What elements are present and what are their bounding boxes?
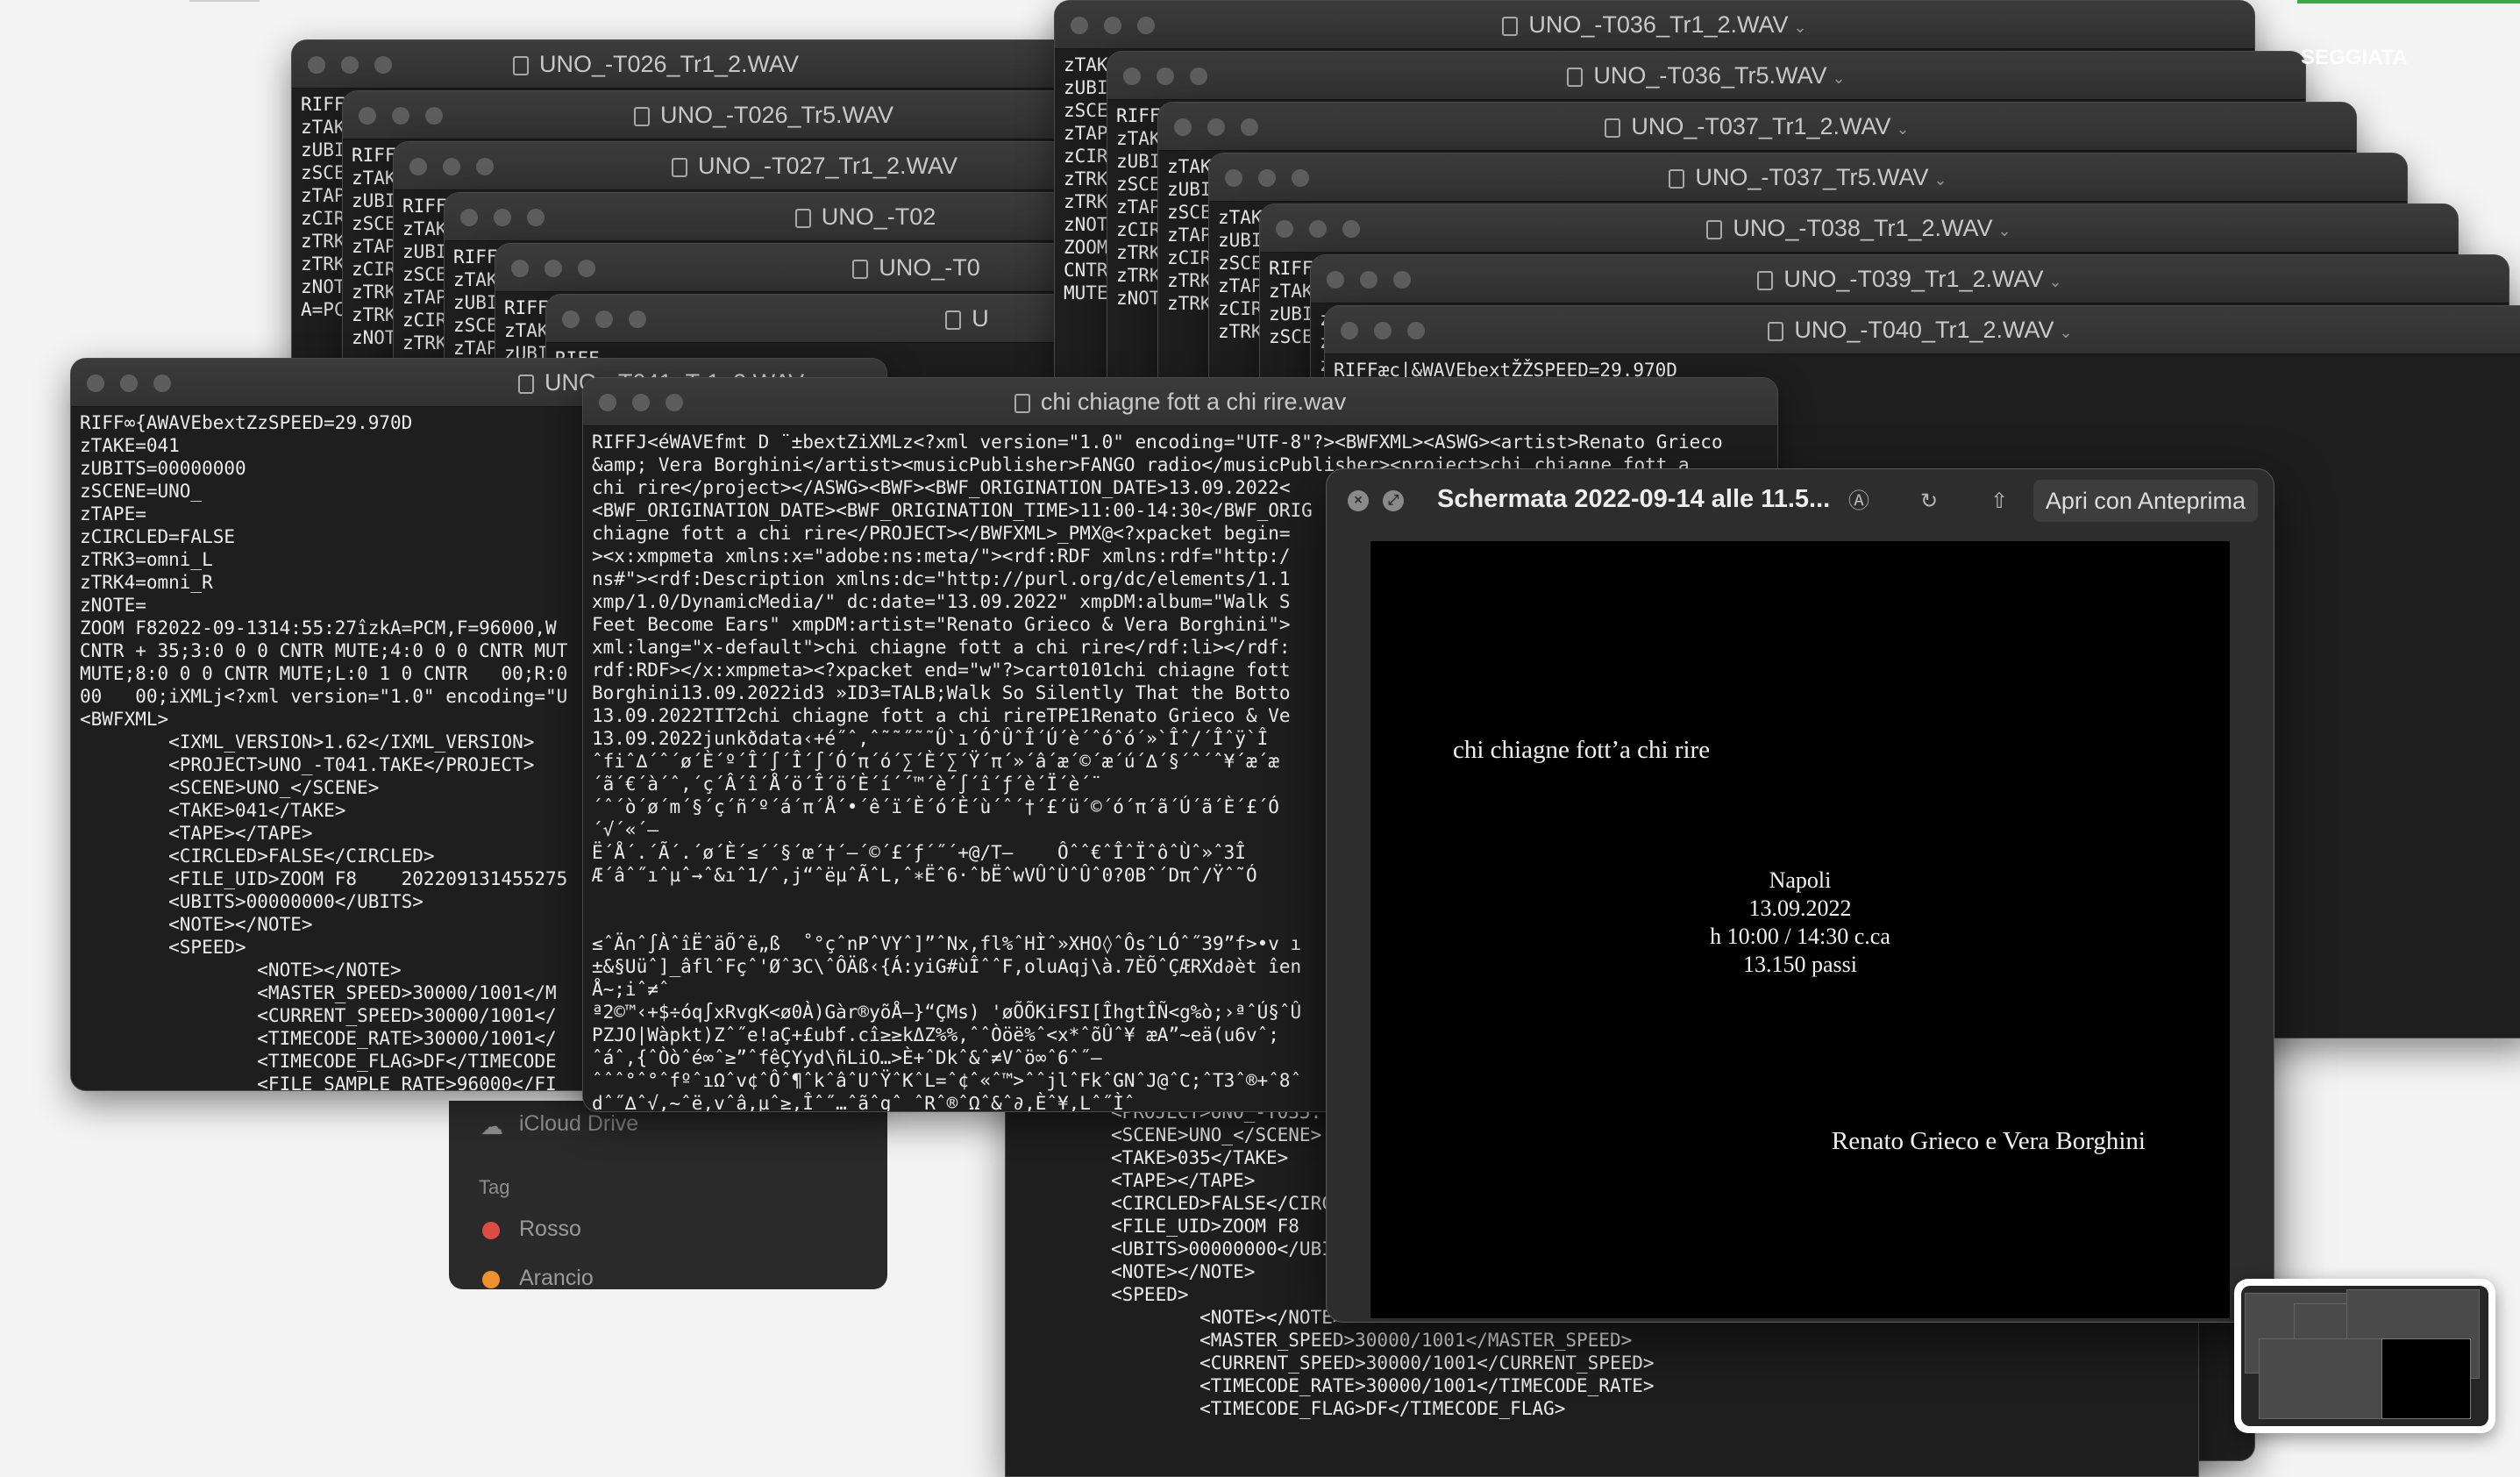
window-title: UNO_-T0 [879,254,980,281]
document-icon [633,107,650,126]
window-title: UNO_-T037_Tr1_2.WAV [1631,113,1891,139]
titlebar[interactable]: UNO_-T040_Tr1_2.WAV ⌄ [1325,306,2520,354]
titlebar[interactable]: UNO_-T036_Tr5.WAV ⌄ [1107,52,2305,100]
window-title: UNO_-T02 [821,203,936,230]
document-icon [1669,169,1685,189]
window-title: UNO_-T026_Tr1_2.WAV [538,51,800,77]
markup-icon[interactable]: Ⓐ [1846,489,1872,515]
titlebar[interactable]: UNO_-T039_Tr1_2.WAV ⌄ [1311,255,2509,303]
image-date: 13.09.2022 [1748,895,1852,921]
titlebar[interactable]: UNO_-T037_Tr1_2.WAV ⌄ [1158,103,2356,151]
top-left-fragment [189,0,260,2]
top-accent-bar [2297,0,2520,4]
window-title: UNO_-T037_Tr5.WAV [1695,164,1929,190]
document-icon [1768,322,1784,341]
window-title: chi chiagne fott a chi rire.wav [1040,389,1347,415]
quicklook-window[interactable]: × ⤢ Schermata 2022-09-14 alle 11.5... Ⓐ … [1326,468,2274,1323]
image-time: h 10:00 / 14:30 c.ca [1710,924,1890,949]
tag-header: Tag [479,1176,510,1198]
titlebar[interactable]: UNO_-T038_Tr1_2.WAV ⌄ [1260,204,2458,253]
fullscreen-icon[interactable]: ⤢ [1383,490,1404,511]
window-title: UNO_-T038_Tr1_2.WAV [1733,215,1993,241]
background-label: SEGGIATA [2301,46,2408,69]
sidebar-item-tag-arancio[interactable]: Arancio [519,1266,594,1291]
document-icon [1014,394,1030,413]
window-title: UNO_-T036_Tr1_2.WAV [1528,11,1789,38]
document-icon [852,260,869,279]
chevron-down-icon[interactable]: ⌄ [1933,171,1947,189]
share-icon[interactable]: ⇧ [1986,489,2012,515]
chevron-down-icon[interactable]: ⌄ [1794,18,1807,36]
document-icon [1567,68,1584,87]
chevron-down-icon[interactable]: ⌄ [1832,69,1845,87]
thumbnail-image [2241,1286,2488,1426]
chevron-down-icon[interactable]: ⌄ [2049,273,2062,290]
chevron-down-icon[interactable]: ⌄ [2060,324,2073,341]
titlebar[interactable]: UNO_-T036_Tr1_2.WAV ⌄ [1055,1,2254,49]
sidebar-item-tag-rosso[interactable]: Rosso [519,1217,581,1242]
document-icon [794,209,811,228]
screenshot-thumbnail[interactable] [2234,1279,2495,1433]
titlebar[interactable]: UNO_-T037_Tr5.WAV ⌄ [1209,153,2407,202]
image-authors: Renato Grieco e Vera Borghini [1831,1127,2146,1155]
titlebar[interactable]: chi chiagne fott a chi rire.wav [583,378,1777,426]
open-with-preview-button[interactable]: Apri con Anteprima [2032,480,2258,522]
preview-image: chi chiagne fott’a chi rire Napoli 13.09… [1370,541,2230,1318]
document-icon [1502,17,1519,36]
chevron-down-icon[interactable]: ⌄ [1897,120,1910,138]
minimize-light[interactable] [120,375,138,392]
titlebar[interactable]: UNO_-T026_Tr1_2.WAV [292,40,1134,89]
quicklook-toolbar: × ⤢ Schermata 2022-09-14 alle 11.5... Ⓐ … [1327,469,2274,532]
image-place: Napoli [1769,867,1832,893]
quicklook-title: Schermata 2022-09-14 alle 11.5... [1437,485,1831,513]
zoom-light[interactable] [153,375,171,392]
finder-sidebar: ☁ iCloud Drive Tag Rosso Arancio [449,1101,887,1291]
window-title: UNO_-T036_Tr5.WAV [1593,62,1827,89]
document-icon [518,375,534,394]
chevron-down-icon[interactable]: ⌄ [1998,222,2011,239]
sidebar-item-icloud[interactable]: iCloud Drive [519,1111,638,1137]
document-icon [1757,271,1774,290]
document-icon [1605,118,1621,138]
document-icon [671,158,687,177]
window-title: U [972,305,989,332]
window-title: UNO_-T027_Tr1_2.WAV [697,153,958,179]
document-icon [945,310,962,330]
window-title: UNO_-T026_Tr5.WAV [659,102,894,128]
rotate-icon[interactable]: ↻ [1916,489,1942,515]
tag-orange-dot [482,1271,500,1288]
window-title: UNO_-T040_Tr1_2.WAV [1794,317,2054,343]
close-light[interactable] [87,375,104,392]
document-icon [1706,220,1723,239]
image-headline: chi chiagne fott’a chi rire [1453,736,1711,764]
close-icon[interactable]: × [1348,490,1369,511]
window-title: UNO_-T039_Tr1_2.WAV [1783,266,2044,292]
cloud-icon: ☁ [481,1113,503,1139]
document-icon [512,56,529,75]
image-steps: 13.150 passi [1743,952,1857,977]
tag-red-dot [482,1222,500,1239]
